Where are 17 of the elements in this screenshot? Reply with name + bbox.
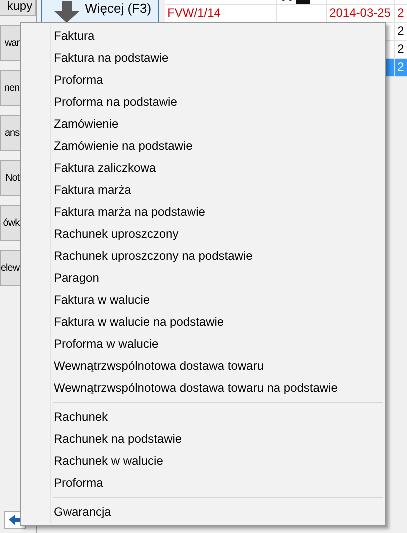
- menu-item[interactable]: Rachunek na podstawie: [21, 428, 385, 450]
- menu-item[interactable]: Proforma w walucie: [21, 333, 385, 355]
- table-cell: 2: [394, 59, 407, 76]
- down-arrow-icon: [54, 1, 80, 23]
- table-cell: 2: [394, 5, 407, 22]
- table-cell: 2: [394, 41, 407, 58]
- menu-item[interactable]: Rachunek w walucie: [21, 450, 385, 472]
- left-arrow-icon: [9, 515, 21, 525]
- menu-item[interactable]: Faktura w walucie: [21, 289, 385, 311]
- menu-item[interactable]: Proforma: [21, 472, 385, 494]
- menu-item[interactable]: Wewnątrzwspólnotowa dostawa towaru na podstawie: [21, 377, 385, 399]
- menu-item[interactable]: Rachunek: [21, 406, 385, 428]
- menu-item[interactable]: Wewnątrzwspólnotowa dostawa towaru: [21, 355, 385, 377]
- menu-item[interactable]: Gwarancja: [21, 501, 385, 523]
- menu-item[interactable]: Faktura w walucie na podstawie: [21, 311, 385, 333]
- table-cell: 2: [394, 23, 407, 40]
- sidebar-button[interactable]: kupy: [0, 0, 36, 16]
